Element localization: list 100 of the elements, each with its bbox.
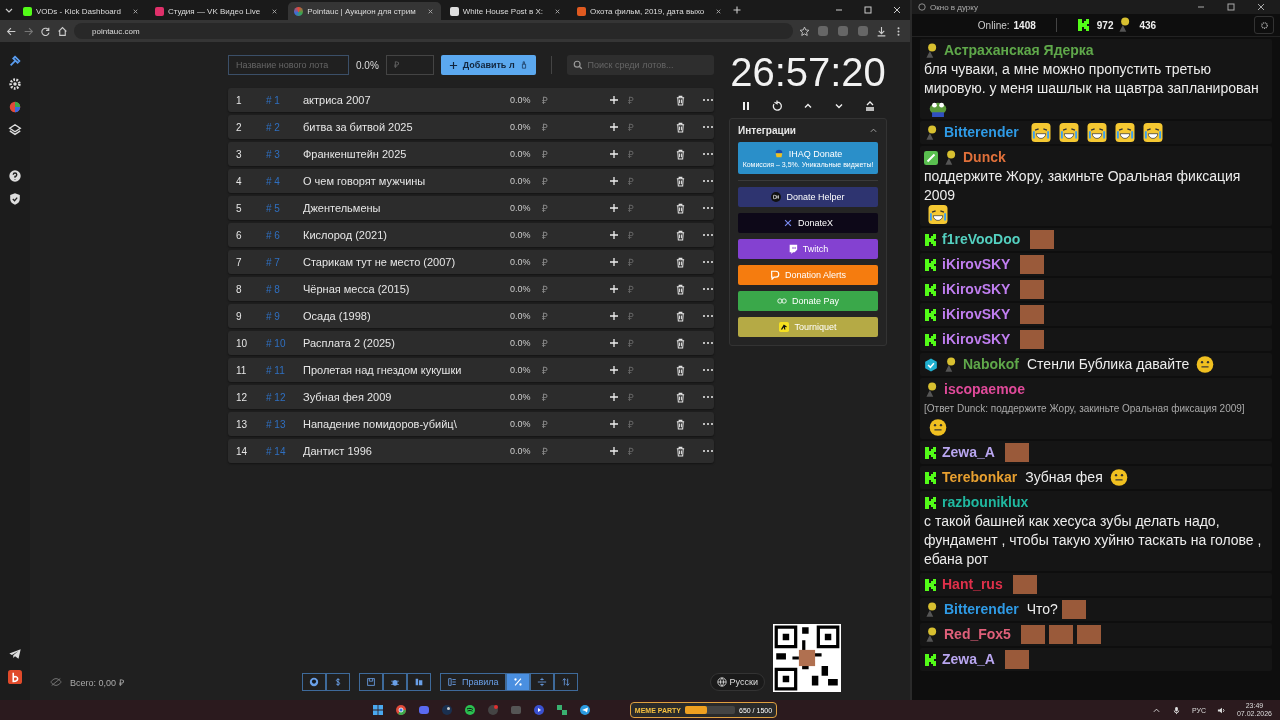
add-icon[interactable] [609, 365, 619, 375]
language-button[interactable]: Русски [709, 673, 765, 691]
browser-tab[interactable]: VODs - Kick Dashboard [17, 2, 146, 20]
add-amount-field[interactable]: ₽ [626, 147, 670, 161]
username[interactable]: f1reVooDoo [942, 230, 1021, 249]
username[interactable]: Nabokof [963, 355, 1019, 374]
add-icon[interactable] [609, 176, 619, 186]
steam-icon[interactable] [440, 704, 453, 716]
username[interactable]: iKirovSKY [942, 330, 1011, 349]
more-icon[interactable] [702, 395, 714, 399]
telegram-icon[interactable] [8, 647, 22, 661]
add-amount-field[interactable]: ₽ [626, 282, 670, 296]
integration-button[interactable]: DonateX [738, 213, 878, 233]
username[interactable]: Zewa_A [942, 443, 995, 462]
microphone-icon[interactable] [1171, 705, 1181, 715]
add-icon[interactable] [609, 230, 619, 240]
more-icon[interactable] [702, 368, 714, 372]
home-icon[interactable] [57, 25, 68, 37]
add-lot-button[interactable]: Добавить л [440, 55, 536, 75]
add-amount-field[interactable]: ₽ [626, 363, 670, 377]
more-icon[interactable] [702, 206, 714, 210]
hammer-icon[interactable] [8, 54, 22, 68]
username[interactable]: iKirovSKY [942, 255, 1011, 274]
lot-name-field[interactable]: Название нового лота [228, 55, 349, 75]
settings-button[interactable] [1254, 16, 1274, 34]
amount-field[interactable]: ₽ [385, 55, 434, 75]
add-icon[interactable] [609, 95, 619, 105]
settings-icon[interactable] [8, 77, 22, 91]
address-bar[interactable]: pointauc.com [74, 23, 793, 39]
add-amount-field[interactable]: ₽ [626, 93, 670, 107]
app-icon[interactable] [486, 704, 499, 716]
bug-button[interactable] [383, 673, 407, 691]
more-icon[interactable] [702, 125, 714, 129]
help-icon[interactable] [8, 169, 22, 183]
more-icon[interactable] [702, 152, 714, 156]
add-amount-field[interactable]: ₽ [626, 255, 670, 269]
add-icon[interactable] [609, 284, 619, 294]
forward-icon[interactable] [23, 25, 34, 37]
wheel-icon[interactable] [8, 100, 22, 114]
add-icon[interactable] [609, 392, 619, 402]
integration-button[interactable]: Twitch [738, 239, 878, 259]
more-icon[interactable] [702, 422, 714, 426]
speaker-icon[interactable] [1216, 705, 1226, 715]
delete-icon[interactable] [675, 229, 686, 241]
add-amount-field[interactable]: ₽ [626, 390, 670, 404]
delete-icon[interactable] [675, 310, 686, 322]
back-icon[interactable] [6, 25, 17, 37]
add-icon[interactable] [609, 149, 619, 159]
username[interactable]: Bitterender [944, 600, 1019, 619]
add-icon[interactable] [609, 203, 619, 213]
browser-icon[interactable] [394, 704, 407, 716]
github-button[interactable] [302, 673, 326, 691]
delete-icon[interactable] [675, 445, 686, 457]
add-amount-field[interactable]: ₽ [626, 444, 670, 458]
more-icon[interactable] [702, 260, 714, 264]
donate-button[interactable] [326, 673, 350, 691]
percent-button[interactable] [505, 673, 530, 691]
browser-tab[interactable]: Pointauc | Аукцион для стрим [288, 2, 441, 20]
play-icon[interactable] [532, 704, 545, 716]
delete-icon[interactable] [675, 175, 686, 187]
add-amount-field[interactable]: ₽ [626, 336, 670, 350]
collapse-icon[interactable] [869, 126, 878, 135]
username[interactable]: Zewa_A [942, 650, 995, 669]
more-icon[interactable] [702, 449, 714, 453]
add-amount-field[interactable]: ₽ [626, 201, 670, 215]
reload-icon[interactable] [40, 25, 51, 37]
music-app-icon[interactable] [463, 704, 476, 716]
add-amount-field[interactable]: ₽ [626, 417, 670, 431]
username[interactable]: razbouniklux [942, 493, 1029, 512]
more-icon[interactable] [702, 341, 714, 345]
chat-app-icon[interactable] [417, 704, 430, 716]
add-icon[interactable] [609, 419, 619, 429]
integration-button[interactable]: Donate Helper [738, 187, 878, 207]
delete-icon[interactable] [675, 418, 686, 430]
username[interactable]: Dunck [963, 148, 1006, 167]
start-icon[interactable] [371, 704, 384, 716]
app-logo-icon[interactable] [8, 670, 22, 684]
download-icon[interactable] [876, 25, 887, 37]
add-amount-field[interactable]: ₽ [626, 228, 670, 242]
username[interactable]: Hant_rus [942, 575, 1003, 594]
delete-icon[interactable] [675, 94, 686, 106]
telegram-icon[interactable] [578, 704, 591, 716]
delete-icon[interactable] [675, 256, 686, 268]
delete-icon[interactable] [675, 121, 686, 133]
add-icon[interactable] [609, 338, 619, 348]
more-icon[interactable] [702, 314, 714, 318]
add-amount-field[interactable]: ₽ [626, 120, 670, 134]
username[interactable]: Red_Fox5 [944, 625, 1011, 644]
delete-icon[interactable] [675, 148, 686, 160]
archive-button[interactable] [407, 673, 431, 691]
new-tab-icon[interactable] [732, 5, 743, 15]
username[interactable]: Астраханская Ядерка [944, 41, 1094, 60]
add-amount-field[interactable]: ₽ [626, 309, 670, 323]
split-button[interactable] [529, 673, 554, 691]
browser-tab[interactable]: Студия — VK Видео Live [148, 2, 286, 20]
username[interactable]: iscopaemoe [944, 380, 1025, 399]
more-icon[interactable] [702, 287, 714, 291]
save-button[interactable] [359, 673, 383, 691]
app-icon[interactable] [555, 704, 568, 716]
username[interactable]: Bitterender [944, 123, 1019, 142]
